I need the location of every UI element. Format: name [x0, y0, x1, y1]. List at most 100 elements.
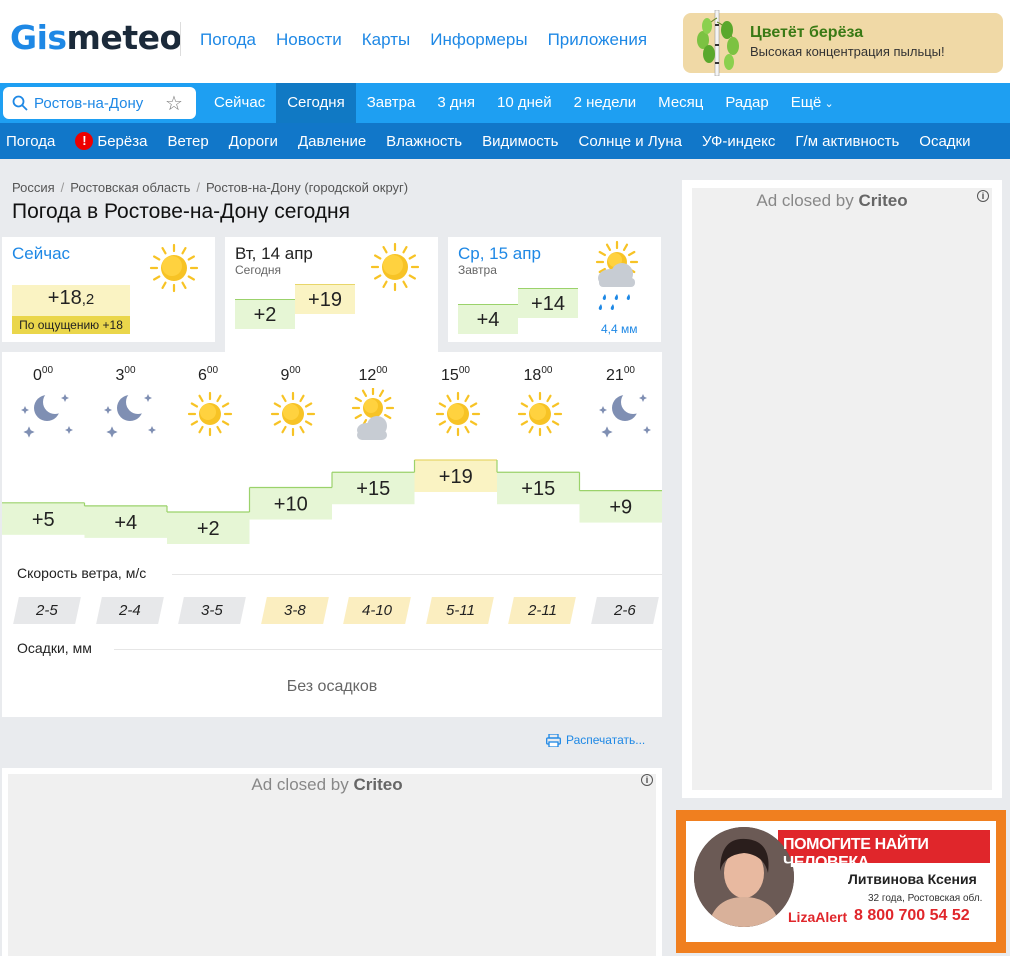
missing-person-details: 32 года, Ростовская обл. [868, 893, 983, 904]
subnav-geomagnetic[interactable]: Г/м активность [795, 133, 899, 150]
tab-10-days[interactable]: 10 дней [486, 83, 563, 123]
temperature-label: +15 [356, 478, 390, 500]
tomorrow-card[interactable]: Ср, 15 апр Завтра +4 +14 4,4 мм [448, 237, 661, 342]
subnav-uv-index[interactable]: УФ-индекс [702, 133, 775, 150]
today-sub: Сегодня [235, 263, 281, 277]
temperature-label: +19 [439, 466, 473, 488]
moon-stars-icon [595, 388, 651, 449]
tomorrow-precip: 4,4 мм [601, 322, 638, 336]
city-search-input[interactable]: Ростов-на-Дону ☆ [3, 87, 196, 119]
subnav-sun-moon[interactable]: Солнце и Луна [578, 133, 682, 150]
tomorrow-low: +4 [458, 304, 518, 334]
hour-label: 000 [32, 365, 54, 384]
sun-cloud-rain-icon [595, 240, 639, 310]
hour-label: 2100 [606, 365, 635, 384]
topnav-apps[interactable]: Приложения [548, 30, 647, 50]
subnav-wind[interactable]: Ветер [167, 133, 208, 150]
period-tabs: Сейчас Сегодня Завтра 3 дня 10 дней 2 не… [203, 83, 845, 123]
missing-person-name: Литвинова Ксения [848, 871, 977, 887]
tab-month[interactable]: Месяц [647, 83, 714, 123]
birch-icon [697, 10, 739, 76]
breadcrumb-city[interactable]: Ростов-на-Дону (городской округ) [206, 180, 408, 195]
tab-now[interactable]: Сейчас [203, 83, 276, 123]
precip-divider [114, 649, 662, 650]
header-divider [180, 22, 181, 56]
hour-label: 1500 [441, 365, 470, 384]
pollen-alert-banner[interactable]: Цветёт берёза Высокая концентрация пыльц… [683, 10, 1003, 76]
favorite-star-icon[interactable]: ☆ [165, 91, 183, 116]
subnav-pressure[interactable]: Давление [298, 133, 366, 150]
breadcrumb-russia[interactable]: Россия [12, 180, 55, 195]
today-card[interactable]: Вт, 14 апр Сегодня +2 +19 [225, 237, 438, 352]
page-title: Погода в Ростове-на-Дону сегодня [12, 200, 351, 223]
wind-speed-cell: 3-5 [178, 597, 246, 624]
lizaalert-logo: LizaAlert [788, 909, 848, 925]
subnav-birch-label: Берёза [97, 132, 148, 150]
print-link[interactable]: Распечатать... [546, 733, 645, 747]
sun-icon [149, 243, 199, 293]
ad-closed-text: Ad closed by Criteo [251, 775, 403, 794]
tab-more-dropdown[interactable]: Ещё [780, 83, 845, 123]
temperature-label: +2 [197, 518, 220, 540]
sun-icon [370, 242, 420, 292]
tomorrow-high: +14 [518, 288, 578, 318]
tomorrow-sub: Завтра [458, 263, 497, 277]
moon-stars-icon [100, 388, 156, 449]
temperature-chart: +5 +4 +2 +10 +15 +19 +15 +9 [2, 459, 662, 544]
subnav-weather[interactable]: Погода [6, 133, 55, 150]
moon-stars-icon [17, 388, 73, 449]
wind-speed-cell: 2-11 [508, 597, 576, 624]
breadcrumb: Россия / Ростовская область / Ростов-на-Дону… [12, 180, 409, 195]
missing-person-photo [694, 827, 794, 927]
printer-icon [546, 733, 561, 747]
lizaalert-phone: 8 800 700 54 52 [854, 907, 970, 924]
temperature-label: +10 [274, 494, 308, 516]
now-temperature: +18,2 [47, 287, 95, 309]
ad-info-icon[interactable]: i [977, 190, 989, 202]
feels-like: По ощущению +18 [12, 316, 130, 334]
topnav-news[interactable]: Новости [276, 30, 342, 50]
ad-closed-text: Ad closed by Criteo [756, 191, 908, 210]
tab-3-days[interactable]: 3 дня [426, 83, 486, 123]
wind-speed-cell: 2-6 [590, 597, 659, 624]
subnav-precipitation[interactable]: Осадки [919, 133, 970, 150]
lizaalert-banner[interactable]: ПОМОГИТЕ НАЙТИ ЧЕЛОВЕКА Литвинова Ксения… [676, 810, 1006, 953]
precip-label: Осадки, мм [17, 640, 92, 656]
topnav-weather[interactable]: Погода [200, 30, 256, 50]
temperature-label: +15 [521, 478, 555, 500]
breadcrumb-region[interactable]: Ростовская область [70, 180, 190, 195]
subnav-birch-warning[interactable]: ! Берёза [75, 132, 147, 150]
wind-speed-cell: 5-11 [425, 597, 494, 624]
wind-label: Скорость ветра, м/с [17, 565, 147, 581]
subnav-visibility[interactable]: Видимость [482, 133, 558, 150]
now-title: Сейчас [12, 244, 71, 263]
topnav-informers[interactable]: Информеры [430, 30, 527, 50]
wind-speed-cell: 2-5 [13, 597, 81, 624]
search-icon [12, 95, 28, 111]
tab-today[interactable]: Сегодня [276, 83, 356, 123]
pollen-text: Высокая концентрация пыльцы! [750, 44, 945, 59]
today-high: +19 [295, 284, 355, 314]
city-name: Ростов-на-Дону [34, 95, 144, 112]
topnav-maps[interactable]: Карты [362, 30, 410, 50]
wind-speed-cell: 3-8 [260, 597, 329, 624]
subnav-roads[interactable]: Дороги [229, 133, 278, 150]
pollen-title: Цветёт берёза [750, 24, 864, 41]
top-nav: Погода Новости Карты Информеры Приложени… [200, 30, 647, 50]
sun-icon [430, 388, 486, 449]
tab-radar[interactable]: Радар [714, 83, 779, 123]
tomorrow-title: Ср, 15 апр [458, 244, 541, 263]
ad-slot-sidebar: Ad closed by Criteo i [682, 180, 1002, 798]
sun-icon [265, 388, 321, 449]
today-low: +2 [235, 299, 295, 329]
ad-info-icon[interactable]: i [641, 774, 653, 786]
subnav-humidity[interactable]: Влажность [386, 133, 462, 150]
tab-tomorrow[interactable]: Завтра [356, 83, 427, 123]
gismeteo-logo[interactable]: Gismeteo [10, 18, 182, 57]
no-precipitation: Без осадков [286, 678, 378, 695]
tab-2-weeks[interactable]: 2 недели [563, 83, 648, 123]
wind-speed-cell: 2-4 [95, 597, 164, 624]
hour-label: 300 [115, 365, 136, 384]
now-card[interactable]: Сейчас +18,2 По ощущению +18 [2, 237, 215, 342]
temperature-label: +4 [114, 512, 137, 534]
